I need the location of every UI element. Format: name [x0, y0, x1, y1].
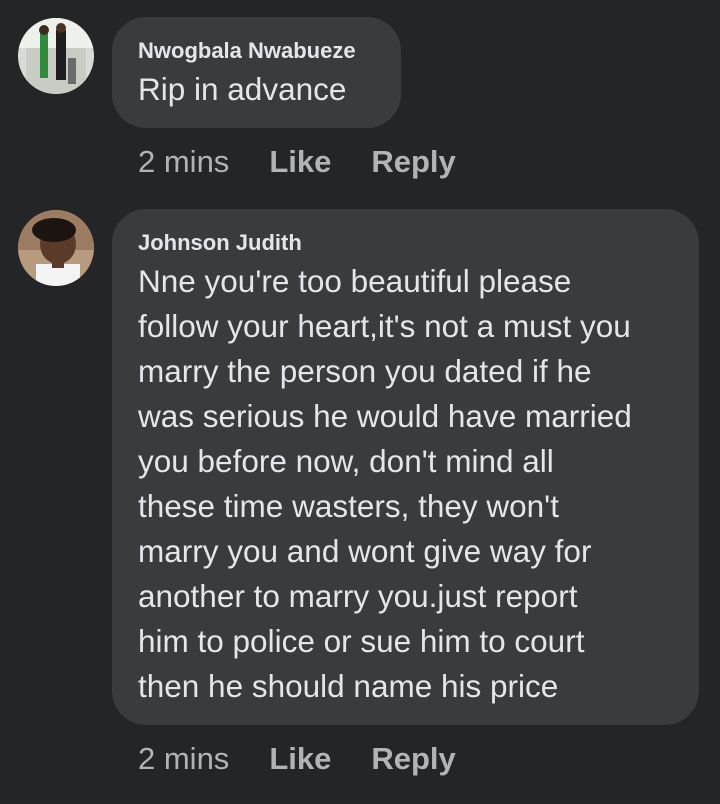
comment-actions: 2 mins Like Reply	[138, 739, 456, 779]
avatar[interactable]	[18, 18, 94, 94]
like-button[interactable]: Like	[269, 144, 331, 180]
comment-author[interactable]: Johnson Judith	[138, 230, 302, 256]
reply-button[interactable]: Reply	[371, 741, 455, 777]
avatar[interactable]	[18, 210, 94, 286]
comment-bubble: Nwogbala Nwabueze Rip in advance	[112, 17, 401, 128]
reply-button[interactable]: Reply	[371, 144, 455, 180]
avatar-photo	[18, 210, 94, 286]
comment-author[interactable]: Nwogbala Nwabueze	[138, 38, 356, 64]
like-button[interactable]: Like	[269, 741, 331, 777]
comment-text: Rip in advance	[138, 71, 347, 107]
comment-bubble: Johnson Judith Nne you're too beautiful …	[112, 209, 699, 725]
comment-timestamp[interactable]: 2 mins	[138, 741, 229, 777]
comment-text: Nne you're too beautiful please follow y…	[138, 263, 632, 704]
comment-actions: 2 mins Like Reply	[138, 142, 456, 182]
comment-timestamp[interactable]: 2 mins	[138, 144, 229, 180]
avatar-photo	[18, 18, 94, 94]
